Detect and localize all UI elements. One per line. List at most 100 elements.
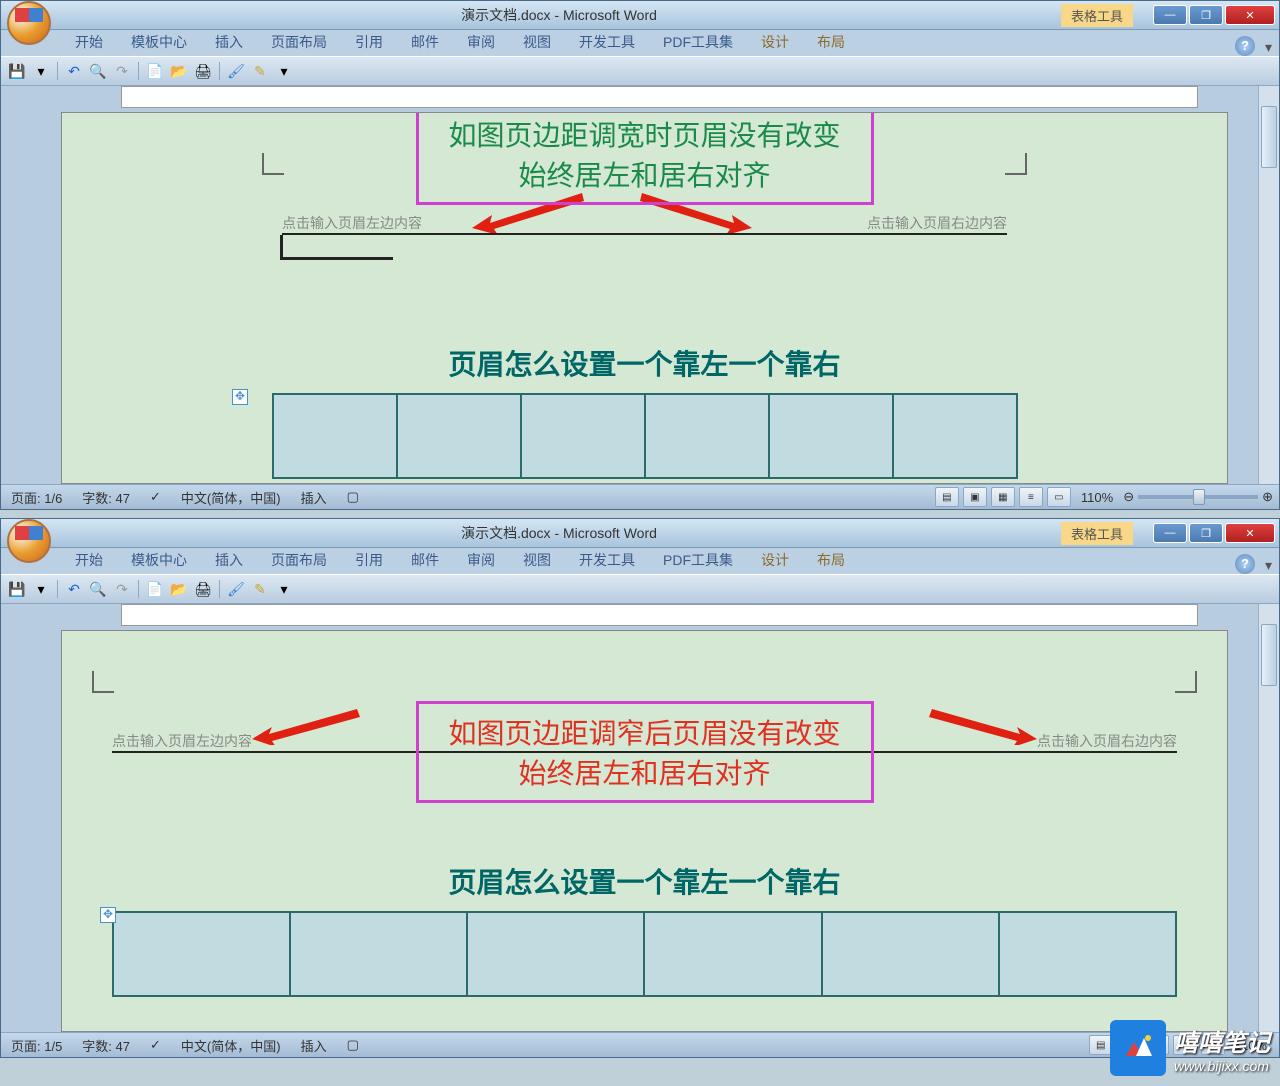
tab-insert[interactable]: 插入 [201, 28, 257, 56]
web-view-icon[interactable]: ▦ [991, 487, 1015, 507]
tab-table-layout[interactable]: 布局 [803, 546, 859, 574]
table-move-handle[interactable]: ✥ [232, 389, 248, 405]
print-icon[interactable]: 🖨 [193, 61, 213, 81]
proofing-icon[interactable]: ✓ [146, 489, 165, 505]
document-page[interactable]: 如图页边距调宽时页眉没有改变 始终居左和居右对齐 点击输入页眉左边内容 点击输入… [61, 112, 1228, 484]
tab-design[interactable]: 设计 [747, 546, 803, 574]
tab-layout[interactable]: 页面布局 [257, 28, 341, 56]
document-table[interactable] [112, 911, 1177, 997]
window-title: 演示文档.docx - Microsoft Word [57, 5, 1061, 25]
insert-mode[interactable]: 插入 [297, 1036, 331, 1055]
close-button[interactable]: ✕ [1225, 5, 1275, 25]
tab-layout[interactable]: 页面布局 [257, 546, 341, 574]
print-icon[interactable]: 🖨 [193, 579, 213, 599]
qat-dropdown-icon[interactable]: ▾ [31, 579, 51, 599]
page-count[interactable]: 页面: 1/5 [7, 1036, 66, 1055]
tab-developer[interactable]: 开发工具 [565, 28, 649, 56]
tab-view[interactable]: 视图 [509, 546, 565, 574]
tab-insert[interactable]: 插入 [201, 546, 257, 574]
zoom-in-icon[interactable]: ⊕ [1262, 489, 1273, 505]
new-icon[interactable]: 📄 [145, 579, 165, 599]
tab-home[interactable]: 开始 [61, 28, 117, 56]
vertical-scrollbar[interactable] [1258, 604, 1279, 1032]
draft-view-icon[interactable]: ▭ [1047, 487, 1071, 507]
tab-developer[interactable]: 开发工具 [565, 546, 649, 574]
word-count[interactable]: 字数: 47 [78, 1036, 134, 1055]
tab-pdf[interactable]: PDF工具集 [649, 28, 747, 56]
annotation-line1: 如图页边距调宽时页眉没有改变 [448, 114, 840, 154]
preview-icon[interactable]: 🔍 [88, 61, 108, 81]
minimize-button[interactable]: — [1153, 5, 1187, 25]
titlebar[interactable]: 演示文档.docx - Microsoft Word 表格工具 — ❐ ✕ [1, 519, 1279, 548]
new-icon[interactable]: 📄 [145, 61, 165, 81]
chevron-down-icon[interactable]: ▾ [1265, 557, 1279, 574]
tab-mailings[interactable]: 邮件 [397, 546, 453, 574]
brush-icon[interactable]: 🖌 [226, 579, 246, 599]
vertical-scrollbar[interactable] [1258, 86, 1279, 484]
office-button[interactable] [7, 519, 51, 563]
zoom-level[interactable]: 110% [1081, 490, 1113, 505]
ruler[interactable] [121, 86, 1198, 108]
tab-home[interactable]: 开始 [61, 546, 117, 574]
preview-icon[interactable]: 🔍 [88, 579, 108, 599]
crop-mark-icon [1175, 671, 1197, 693]
pen-icon[interactable]: ✎ [250, 579, 270, 599]
macro-icon[interactable]: ▢ [343, 1037, 363, 1053]
tab-template[interactable]: 模板中心 [117, 28, 201, 56]
zoom-out-icon[interactable]: ⊖ [1123, 489, 1134, 505]
redo-icon[interactable]: ↷ [112, 579, 132, 599]
maximize-button[interactable]: ❐ [1189, 523, 1223, 543]
pen-icon[interactable]: ✎ [250, 61, 270, 81]
word-count[interactable]: 字数: 47 [78, 488, 134, 507]
save-icon[interactable]: 💾 [7, 61, 27, 81]
word-window-top: 演示文档.docx - Microsoft Word 表格工具 — ❐ ✕ 开始… [0, 0, 1280, 510]
redo-icon[interactable]: ↷ [112, 61, 132, 81]
macro-icon[interactable]: ▢ [343, 489, 363, 505]
help-icon[interactable]: ? [1235, 554, 1255, 574]
chevron-down-icon[interactable]: ▾ [1265, 39, 1279, 56]
tab-design[interactable]: 设计 [747, 28, 803, 56]
quick-access-toolbar: 💾 ▾ ↶ 🔍 ↷ 📄 📂 🖨 🖌 ✎ ▾ [1, 574, 1279, 604]
header-right-placeholder[interactable]: 点击输入页眉右边内容 [1037, 731, 1177, 751]
header-right-placeholder[interactable]: 点击输入页眉右边内容 [867, 213, 1007, 233]
undo-icon[interactable]: ↶ [64, 61, 84, 81]
brush-icon[interactable]: 🖌 [226, 61, 246, 81]
table-move-handle[interactable]: ✥ [100, 907, 116, 923]
minimize-button[interactable]: — [1153, 523, 1187, 543]
tab-mailings[interactable]: 邮件 [397, 28, 453, 56]
help-icon[interactable]: ? [1235, 36, 1255, 56]
document-page[interactable]: 点击输入页眉左边内容 点击输入页眉右边内容 如图页边距调窄后页眉没有改变 始终居… [61, 630, 1228, 1032]
language[interactable]: 中文(简体，中国) [177, 1036, 285, 1055]
fullscreen-view-icon[interactable]: ▣ [963, 487, 987, 507]
print-layout-view-icon[interactable]: ▤ [935, 487, 959, 507]
tab-template[interactable]: 模板中心 [117, 546, 201, 574]
qat-dropdown-icon[interactable]: ▾ [31, 61, 51, 81]
language[interactable]: 中文(简体，中国) [177, 488, 285, 507]
tab-references[interactable]: 引用 [341, 546, 397, 574]
open-icon[interactable]: 📂 [169, 579, 189, 599]
page-count[interactable]: 页面: 1/6 [7, 488, 66, 507]
tab-references[interactable]: 引用 [341, 28, 397, 56]
tab-review[interactable]: 审阅 [453, 28, 509, 56]
tab-view[interactable]: 视图 [509, 28, 565, 56]
ruler[interactable] [121, 604, 1198, 626]
titlebar[interactable]: 演示文档.docx - Microsoft Word 表格工具 — ❐ ✕ [1, 1, 1279, 30]
open-icon[interactable]: 📂 [169, 61, 189, 81]
chevron-down-icon[interactable]: ▾ [274, 579, 294, 599]
insert-mode[interactable]: 插入 [297, 488, 331, 507]
maximize-button[interactable]: ❐ [1189, 5, 1223, 25]
document-table[interactable] [272, 393, 1018, 479]
proofing-icon[interactable]: ✓ [146, 1037, 165, 1053]
header-left-placeholder[interactable]: 点击输入页眉左边内容 [282, 213, 422, 233]
outline-view-icon[interactable]: ≡ [1019, 487, 1043, 507]
close-button[interactable]: ✕ [1225, 523, 1275, 543]
tab-table-layout[interactable]: 布局 [803, 28, 859, 56]
zoom-slider[interactable] [1138, 495, 1258, 499]
undo-icon[interactable]: ↶ [64, 579, 84, 599]
office-button[interactable] [7, 1, 51, 45]
chevron-down-icon[interactable]: ▾ [274, 61, 294, 81]
tab-review[interactable]: 审阅 [453, 546, 509, 574]
header-left-placeholder[interactable]: 点击输入页眉左边内容 [112, 731, 252, 751]
save-icon[interactable]: 💾 [7, 579, 27, 599]
tab-pdf[interactable]: PDF工具集 [649, 546, 747, 574]
